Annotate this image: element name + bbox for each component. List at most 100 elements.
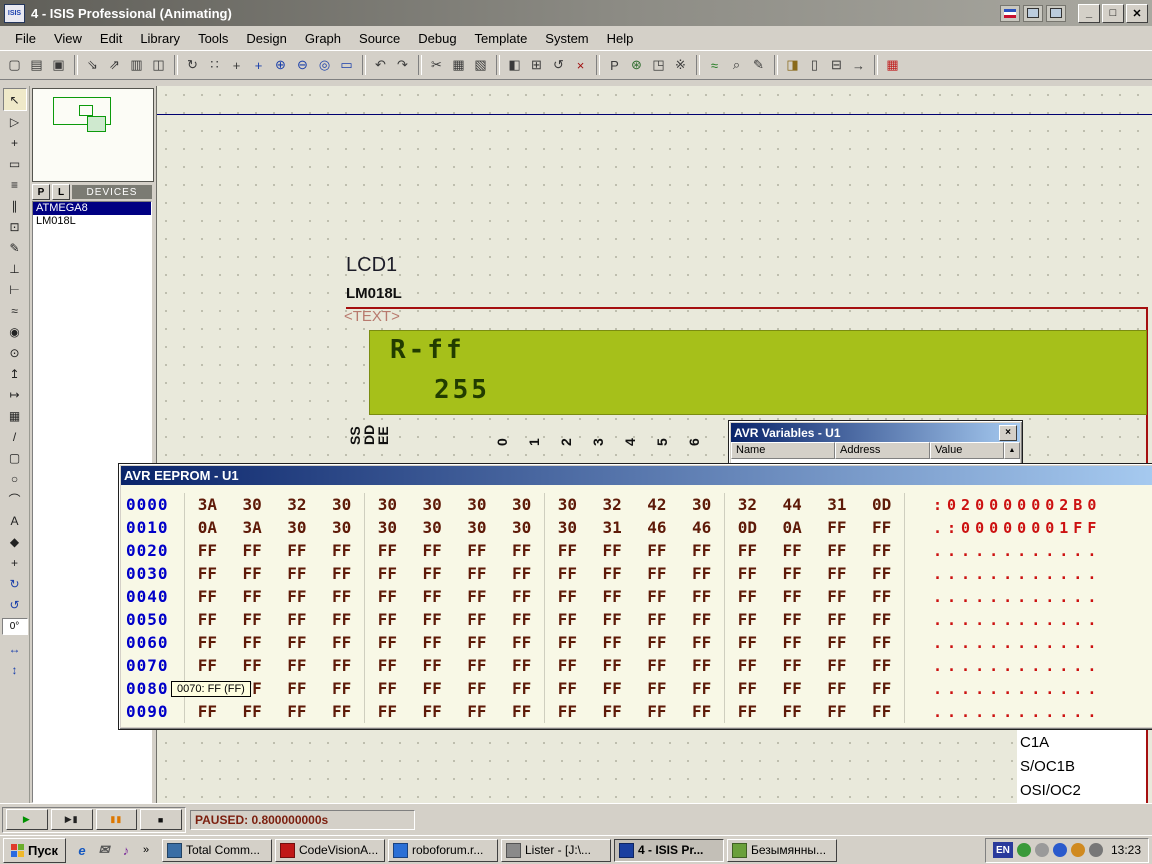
- eeprom-byte[interactable]: FF: [635, 702, 680, 721]
- eeprom-byte[interactable]: FF: [230, 633, 275, 652]
- eeprom-byte[interactable]: FF: [319, 610, 364, 629]
- terminal-tool-icon[interactable]: ⊥: [4, 258, 26, 279]
- eeprom-byte[interactable]: FF: [725, 679, 770, 698]
- eeprom-byte[interactable]: FF: [815, 656, 860, 675]
- eeprom-byte[interactable]: FF: [319, 702, 364, 721]
- eeprom-byte[interactable]: FF: [545, 541, 590, 560]
- menu-graph[interactable]: Graph: [296, 28, 350, 49]
- eeprom-byte[interactable]: FF: [545, 702, 590, 721]
- eeprom-byte[interactable]: FF: [815, 518, 860, 537]
- paste-icon[interactable]: ▧: [470, 55, 491, 76]
- eeprom-byte[interactable]: FF: [545, 564, 590, 583]
- eeprom-byte[interactable]: 30: [365, 518, 410, 537]
- virtual-instrument-tool-icon[interactable]: ▦: [4, 405, 26, 426]
- variables-column-name[interactable]: Name: [731, 442, 835, 459]
- eeprom-byte[interactable]: FF: [499, 702, 544, 721]
- import-section-icon[interactable]: ⇘: [82, 55, 103, 76]
- eeprom-byte[interactable]: 0A: [770, 518, 815, 537]
- eeprom-byte[interactable]: FF: [319, 587, 364, 606]
- eeprom-byte[interactable]: FF: [230, 541, 275, 560]
- marker-tool-icon[interactable]: +: [4, 552, 26, 573]
- eeprom-byte[interactable]: FF: [185, 541, 230, 560]
- step-button[interactable]: ▶▮: [51, 809, 93, 830]
- eeprom-byte[interactable]: FF: [499, 679, 544, 698]
- instant-edit-tool-icon[interactable]: ✎: [4, 237, 26, 258]
- eeprom-address[interactable]: 0050: [126, 610, 184, 629]
- menu-template[interactable]: Template: [466, 28, 537, 49]
- redraw-icon[interactable]: ↻: [182, 55, 203, 76]
- electrical-rules-check-icon[interactable]: ▦: [882, 55, 903, 76]
- block-copy-icon[interactable]: ◧: [504, 55, 525, 76]
- eeprom-byte[interactable]: FF: [770, 633, 815, 652]
- eeprom-byte[interactable]: FF: [275, 564, 320, 583]
- search-and-tag-icon[interactable]: ⌕: [726, 55, 747, 76]
- library-button[interactable]: L: [52, 184, 70, 200]
- taskbar-button[interactable]: CodeVisionA...: [275, 839, 385, 862]
- eeprom-byte[interactable]: FF: [365, 633, 410, 652]
- menu-source[interactable]: Source: [350, 28, 409, 49]
- eeprom-byte[interactable]: FF: [275, 587, 320, 606]
- eeprom-byte[interactable]: 30: [230, 495, 275, 514]
- eeprom-byte[interactable]: FF: [815, 633, 860, 652]
- center-at-cursor-icon[interactable]: +: [248, 55, 269, 76]
- language-indicator[interactable]: EN: [993, 842, 1013, 858]
- eeprom-byte[interactable]: FF: [319, 541, 364, 560]
- taskbar-button[interactable]: Безымянны...: [727, 839, 837, 862]
- variables-column-address[interactable]: Address: [835, 442, 930, 459]
- tray-icon[interactable]: [1017, 843, 1031, 857]
- eeprom-byte[interactable]: FF: [770, 610, 815, 629]
- eeprom-byte[interactable]: 32: [725, 495, 770, 514]
- zoom-in-icon[interactable]: ⊕: [270, 55, 291, 76]
- eeprom-byte[interactable]: FF: [455, 656, 500, 675]
- eeprom-byte[interactable]: FF: [545, 610, 590, 629]
- eeprom-byte[interactable]: FF: [815, 587, 860, 606]
- make-device-icon[interactable]: ⊛: [626, 55, 647, 76]
- pick-device-icon[interactable]: P: [604, 55, 625, 76]
- eeprom-address[interactable]: 0040: [126, 587, 184, 606]
- eeprom-byte[interactable]: FF: [679, 587, 724, 606]
- taskbar-button[interactable]: roboforum.r...: [388, 839, 498, 862]
- eeprom-byte[interactable]: 30: [410, 518, 455, 537]
- variables-titlebar[interactable]: AVR Variables - U1 ×: [731, 423, 1020, 442]
- block-rotate-icon[interactable]: ↺: [548, 55, 569, 76]
- eeprom-byte[interactable]: FF: [815, 541, 860, 560]
- eeprom-byte[interactable]: FF: [679, 564, 724, 583]
- eeprom-byte[interactable]: FF: [770, 656, 815, 675]
- tray-icon[interactable]: [1053, 843, 1067, 857]
- eeprom-byte[interactable]: FF: [815, 564, 860, 583]
- menu-help[interactable]: Help: [598, 28, 643, 49]
- eeprom-address[interactable]: 0030: [126, 564, 184, 583]
- remove-sheet-icon[interactable]: ⊟: [826, 55, 847, 76]
- eeprom-byte[interactable]: FF: [679, 541, 724, 560]
- eeprom-byte[interactable]: 30: [455, 518, 500, 537]
- arc-tool-icon[interactable]: ⌒: [4, 489, 26, 510]
- eeprom-byte[interactable]: FF: [365, 702, 410, 721]
- eeprom-byte[interactable]: FF: [679, 610, 724, 629]
- eeprom-address[interactable]: 0090: [126, 702, 184, 721]
- eeprom-byte[interactable]: FF: [410, 633, 455, 652]
- eeprom-byte[interactable]: FF: [859, 702, 904, 721]
- eeprom-address[interactable]: 0000: [126, 495, 184, 514]
- block-move-icon[interactable]: ⊞: [526, 55, 547, 76]
- pick-button[interactable]: P: [32, 184, 50, 200]
- eeprom-byte[interactable]: FF: [635, 564, 680, 583]
- circle-tool-icon[interactable]: ○: [4, 468, 26, 489]
- eeprom-byte[interactable]: FF: [590, 587, 635, 606]
- media-player-quicklaunch-icon[interactable]: ♪: [116, 840, 136, 860]
- eeprom-byte[interactable]: FF: [590, 656, 635, 675]
- eeprom-byte[interactable]: FF: [319, 679, 364, 698]
- eeprom-titlebar[interactable]: AVR EEPROM - U1: [121, 466, 1152, 485]
- wire-label-tool-icon[interactable]: ▭: [4, 153, 26, 174]
- eeprom-byte[interactable]: FF: [545, 633, 590, 652]
- eeprom-byte[interactable]: FF: [319, 633, 364, 652]
- eeprom-byte[interactable]: FF: [365, 564, 410, 583]
- eeprom-byte[interactable]: FF: [499, 587, 544, 606]
- eeprom-byte[interactable]: FF: [455, 541, 500, 560]
- eeprom-byte[interactable]: FF: [725, 541, 770, 560]
- mirror-horizontal-icon[interactable]: ↔: [4, 638, 26, 659]
- eeprom-byte[interactable]: FF: [725, 564, 770, 583]
- eeprom-byte[interactable]: 31: [815, 495, 860, 514]
- eeprom-byte[interactable]: FF: [859, 587, 904, 606]
- eeprom-byte[interactable]: FF: [499, 610, 544, 629]
- eeprom-byte[interactable]: 30: [410, 495, 455, 514]
